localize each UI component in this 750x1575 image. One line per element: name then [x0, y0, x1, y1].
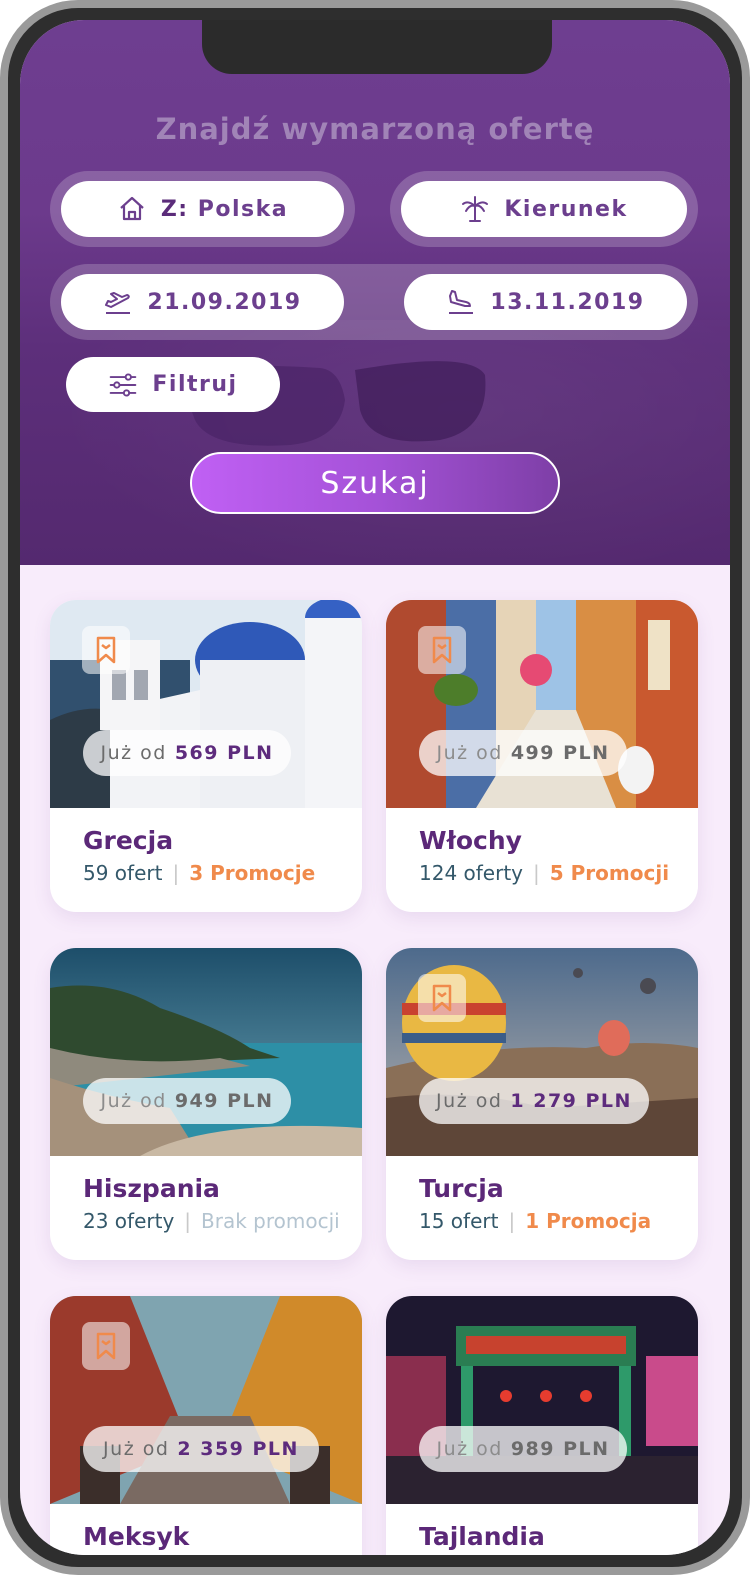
from-value: Polska: [197, 196, 289, 222]
meta-separator: |: [533, 861, 540, 885]
price-badge: Już od 949 PLN: [83, 1078, 291, 1124]
offer-meta: 59 ofert | 3 Promocje: [83, 861, 315, 885]
promo-count: 1 Promocja: [525, 1209, 652, 1233]
filter-label: Filtruj: [152, 372, 238, 397]
meta-separator: |: [172, 861, 180, 885]
search-hero: Znajdź wymarzoną ofertę Z: Polska Kierun…: [20, 20, 730, 565]
bookmark-icon: [432, 636, 452, 664]
offer-meta: 15 ofert | 1 Promocja: [419, 1209, 651, 1233]
offer-count: 15 ofert: [419, 1209, 499, 1233]
country-name: Grecja: [83, 826, 174, 855]
sliders-icon: [110, 372, 137, 397]
search-button[interactable]: Szukaj: [190, 452, 560, 514]
price-prefix: Już od: [100, 742, 167, 764]
offer-meta: 23 oferty | Brak promocji: [83, 1209, 340, 1233]
meta-separator: |: [184, 1209, 192, 1233]
app-screen: Znajdź wymarzoną ofertę Z: Polska Kierun…: [20, 20, 730, 1555]
offer-count: 23 oferty: [83, 1209, 175, 1233]
bookmark-button[interactable]: [82, 1322, 130, 1370]
offer-card-italy[interactable]: Już od 499 PLN Włochy 124 oferty | 5 Promoc…: [386, 600, 698, 912]
price-value: 989 PLN: [510, 1438, 610, 1460]
price-prefix: Już od: [436, 742, 503, 764]
bookmark-button[interactable]: [82, 626, 130, 674]
plane-takeoff-icon: [105, 292, 131, 314]
price-badge: Już od 2 359 PLN: [83, 1426, 319, 1472]
from-field[interactable]: Z: Polska: [61, 181, 344, 237]
departure-date-field[interactable]: 21.09.2019: [61, 274, 344, 330]
price-value: 1 279 PLN: [510, 1090, 632, 1112]
price-prefix: Już od: [100, 1090, 167, 1112]
filter-button[interactable]: Filtruj: [66, 357, 280, 412]
offer-count: 124 oferty: [419, 861, 524, 885]
departure-date: 21.09.2019: [147, 289, 302, 315]
hero-title: Znajdź wymarzoną ofertę: [155, 112, 595, 146]
phone-frame: Znajdź wymarzoną ofertę Z: Polska Kierun…: [0, 0, 750, 1575]
price-prefix: Już od: [103, 1438, 170, 1460]
offer-card-greece[interactable]: Już od 569 PLN Grecja 59 ofert | 3 Promocje: [50, 600, 362, 912]
price-value: 569 PLN: [174, 742, 274, 764]
plane-landing-icon: [449, 290, 474, 314]
country-name: Tajlandia: [419, 1522, 545, 1551]
bookmark-icon: [96, 636, 116, 664]
offer-card-turkey[interactable]: Już od 1 279 PLN Turcja 15 ofert | 1 Promoc…: [386, 948, 698, 1260]
price-badge: Już od 499 PLN: [419, 730, 627, 776]
price-badge: Już od 1 279 PLN: [419, 1078, 649, 1124]
promo-count: 3 Promocje: [189, 861, 316, 885]
country-name: Turcja: [419, 1174, 504, 1203]
offer-card-spain[interactable]: Już od 949 PLN Hiszpania 23 oferty | Brak p…: [50, 948, 362, 1260]
palm-tree-icon: [462, 196, 489, 222]
price-value: 949 PLN: [174, 1090, 274, 1112]
country-name: Włochy: [419, 826, 522, 855]
price-prefix: Już od: [436, 1438, 503, 1460]
price-badge: Już od 989 PLN: [419, 1426, 627, 1472]
price-value: 2 359 PLN: [177, 1438, 299, 1460]
device-notch: [202, 20, 552, 74]
from-prefix: Z:: [160, 196, 189, 222]
offer-card-mexico[interactable]: Już od 2 359 PLN Meksyk: [50, 1296, 362, 1555]
price-value: 499 PLN: [510, 742, 610, 764]
bookmark-icon: [96, 1332, 116, 1360]
return-date-field[interactable]: 13.11.2019: [404, 274, 687, 330]
bookmark-icon: [432, 984, 452, 1012]
destination-field[interactable]: Kierunek: [401, 181, 687, 237]
promo-count: 5 Promocji: [549, 861, 670, 885]
bookmark-button[interactable]: [418, 626, 466, 674]
promo-count: Brak promocji: [201, 1209, 340, 1233]
offer-count: 59 ofert: [83, 861, 163, 885]
destination-label: Kierunek: [504, 196, 628, 222]
offer-meta: 124 oferty | 5 Promocji: [419, 861, 669, 885]
return-date: 13.11.2019: [490, 289, 645, 315]
bookmark-button[interactable]: [418, 974, 466, 1022]
home-icon: [120, 196, 144, 221]
thailand-photo: [386, 1296, 698, 1504]
country-name: Meksyk: [83, 1522, 190, 1551]
country-name: Hiszpania: [83, 1174, 220, 1203]
meta-separator: |: [508, 1209, 516, 1233]
spain-photo: [50, 948, 362, 1156]
price-badge: Już od 569 PLN: [83, 730, 291, 776]
price-prefix: Już od: [436, 1090, 503, 1112]
offer-card-thailand[interactable]: Już od 989 PLN Tajlandia: [386, 1296, 698, 1555]
